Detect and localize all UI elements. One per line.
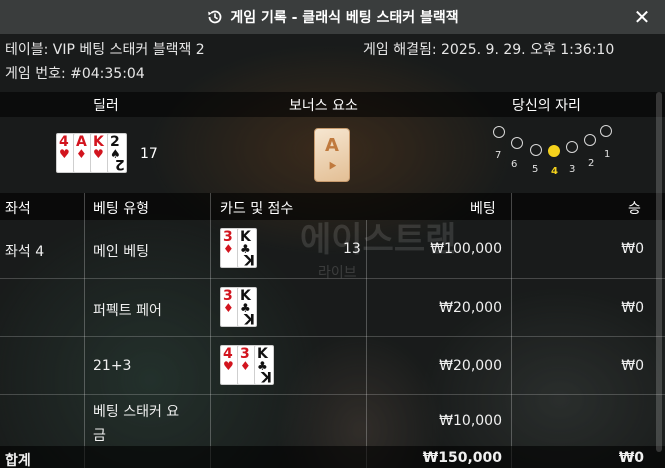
column-divider <box>511 193 512 468</box>
bonus-card-mark: ⯈ <box>327 159 339 175</box>
row-bet-type-cont: 금 <box>93 428 106 444</box>
card-rank-bottom: 2 <box>115 156 125 172</box>
row-divider <box>0 394 665 395</box>
row-bet-type: 베팅 스태커 요 <box>93 404 180 420</box>
row-seat: 좌석 4 <box>5 244 45 260</box>
column-divider <box>366 220 367 468</box>
total-label: 합계 <box>5 453 31 468</box>
player-card: K ♣ K <box>254 345 274 385</box>
seat-label: 7 <box>495 150 502 161</box>
total-win: ₩0 <box>618 450 644 466</box>
page-title: 게임 기록 - 클래식 베팅 스태커 블랙잭 <box>230 10 459 26</box>
game-number: 게임 번호: #04:35:04 <box>5 66 145 82</box>
card-rank-bottom: K <box>244 251 255 267</box>
card-suit: ♥ <box>59 147 70 161</box>
col-bet-type: 베팅 유형 <box>93 201 149 217</box>
row-bet-type: 21+3 <box>93 358 132 374</box>
scrollbar[interactable] <box>656 92 662 452</box>
table-label: 테이블: VIP 베팅 스태커 블랙잭 2 <box>5 42 205 58</box>
background-logo-sub: 라이브 <box>318 265 357 281</box>
column-divider <box>84 193 85 468</box>
seat-label: 3 <box>569 164 576 175</box>
row-score: 13 <box>343 241 361 257</box>
seat-label: 2 <box>588 158 595 169</box>
row-win: ₩0 <box>621 241 644 257</box>
card-suit: ♥ <box>223 359 234 373</box>
column-divider <box>210 193 211 468</box>
card-rank-bottom: K <box>244 310 255 326</box>
seat-4 <box>548 145 560 157</box>
card-suit: ♦ <box>223 242 234 256</box>
row-bet-type: 메인 베팅 <box>93 244 149 260</box>
col-seat: 좌석 <box>5 201 31 217</box>
row-bet: ₩20,000 <box>439 358 502 374</box>
row-divider <box>0 336 665 337</box>
seat-label: 4 <box>551 166 558 177</box>
title-bar: 게임 기록 - 클래식 베팅 스태커 블랙잭 ✕ <box>0 0 665 34</box>
dealer-header: 딜러 <box>93 98 119 114</box>
row-bet: ₩100,000 <box>430 241 502 257</box>
seat-5 <box>530 144 542 156</box>
seat-7 <box>493 126 505 138</box>
total-bet: ₩150,000 <box>422 450 502 466</box>
seat-6 <box>511 137 523 149</box>
row-win: ₩0 <box>621 300 644 316</box>
dealer-score: 17 <box>140 146 158 162</box>
resolved-time: 게임 해결됨: 2025. 9. 29. 오후 1:36:10 <box>363 42 615 58</box>
row-bet: ₩20,000 <box>439 300 502 316</box>
seat-1 <box>600 125 612 137</box>
seat-3 <box>566 141 578 153</box>
seat-2 <box>584 134 596 146</box>
player-card: K ♣ K <box>237 228 257 268</box>
row-win: ₩0 <box>621 358 644 374</box>
bonus-card: A ⯈ <box>314 128 350 182</box>
row-bet-type: 퍼펙트 페어 <box>93 303 162 319</box>
row-divider <box>0 278 665 279</box>
seat-label: 5 <box>532 164 539 175</box>
your-seat-header: 당신의 자리 <box>512 98 581 114</box>
dealer-card: 2 ♠ 2 <box>107 133 127 173</box>
bonus-card-rank: A <box>325 135 339 156</box>
card-suit: ♦ <box>240 359 251 373</box>
bonus-header: 보너스 요소 <box>289 98 358 114</box>
card-rank-bottom: K <box>261 368 272 384</box>
card-suit: ♦ <box>76 147 87 161</box>
history-icon <box>206 8 224 26</box>
col-cards-score: 카드 및 점수 <box>220 201 294 217</box>
col-bet: 베팅 <box>470 201 496 217</box>
player-card: K ♣ K <box>237 287 257 327</box>
close-icon[interactable]: ✕ <box>631 6 653 28</box>
row-bet: ₩10,000 <box>439 413 502 429</box>
card-suit: ♦ <box>223 301 234 315</box>
col-win: 승 <box>628 201 641 217</box>
seat-label: 6 <box>511 159 518 170</box>
seat-label: 1 <box>604 149 611 160</box>
card-suit: ♥ <box>93 147 104 161</box>
